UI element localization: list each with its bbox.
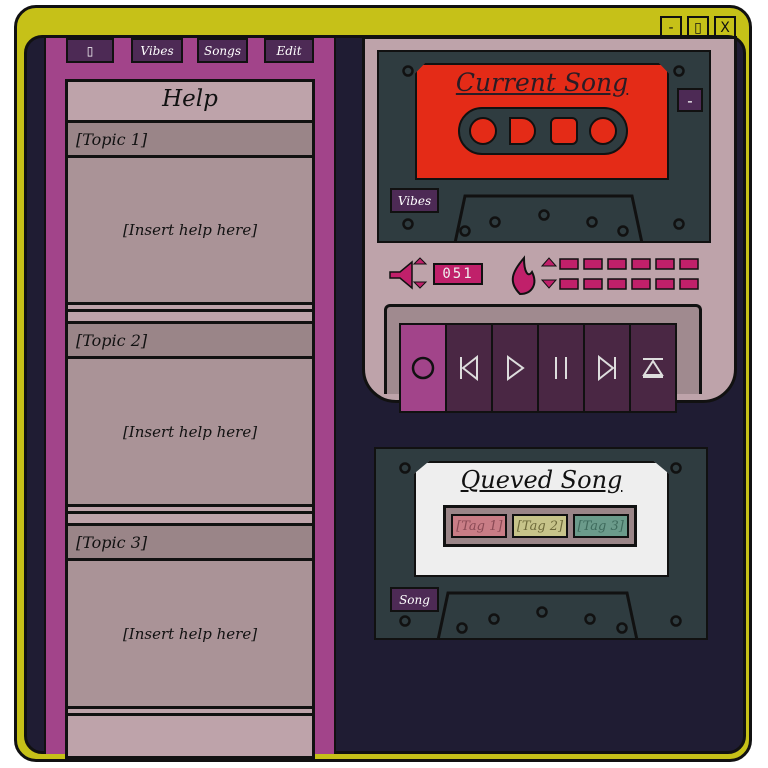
eject-icon xyxy=(642,358,664,378)
eject-button[interactable] xyxy=(629,323,677,413)
record-icon xyxy=(411,356,435,380)
skip-forward-button[interactable] xyxy=(583,323,631,413)
topic-3-body: [Insert help here] xyxy=(68,561,312,709)
topic-3-header[interactable]: [Topic 3] xyxy=(68,523,312,561)
tag-list: [Tag 1] [Tag 2] [Tag 3] xyxy=(443,505,637,547)
pause-icon xyxy=(555,357,567,379)
skip-back-icon xyxy=(460,355,478,381)
collapse-player-button[interactable]: - xyxy=(677,88,703,112)
divider xyxy=(68,305,312,312)
topic-2-body: [Insert help here] xyxy=(68,359,312,507)
play-icon xyxy=(507,355,525,381)
playback-controls xyxy=(399,323,677,413)
nav-songs-button[interactable]: Songs xyxy=(197,38,248,63)
topic-1-header[interactable]: [Topic 1] xyxy=(68,120,312,158)
topic-2-header[interactable]: [Topic 2] xyxy=(68,321,312,359)
divider xyxy=(68,709,312,716)
topic-1-body: [Insert help here] xyxy=(68,158,312,305)
tape-reels-icon xyxy=(458,107,628,155)
song-button[interactable]: Song xyxy=(390,587,439,612)
nav-home-button[interactable]: ▯ xyxy=(66,38,114,63)
queued-song-title: Queved Song xyxy=(460,466,623,494)
play-button[interactable] xyxy=(491,323,539,413)
vibes-button[interactable]: Vibes xyxy=(390,188,439,213)
level-meter xyxy=(559,258,699,290)
divider xyxy=(68,507,312,514)
help-title: Help xyxy=(162,86,218,112)
tag-3[interactable]: [Tag 3] xyxy=(572,514,629,538)
current-song-title: Current Song xyxy=(455,68,629,97)
pause-button[interactable] xyxy=(537,323,585,413)
nav-vibes-button[interactable]: Vibes xyxy=(131,38,183,63)
tag-2[interactable]: [Tag 2] xyxy=(511,514,568,538)
track-counter: 051 xyxy=(433,263,483,285)
nav-edit-button[interactable]: Edit xyxy=(264,38,314,63)
skip-forward-icon xyxy=(598,355,616,381)
skip-back-button[interactable] xyxy=(445,323,493,413)
tag-1[interactable]: [Tag 1] xyxy=(451,514,508,538)
record-button[interactable] xyxy=(399,323,447,413)
